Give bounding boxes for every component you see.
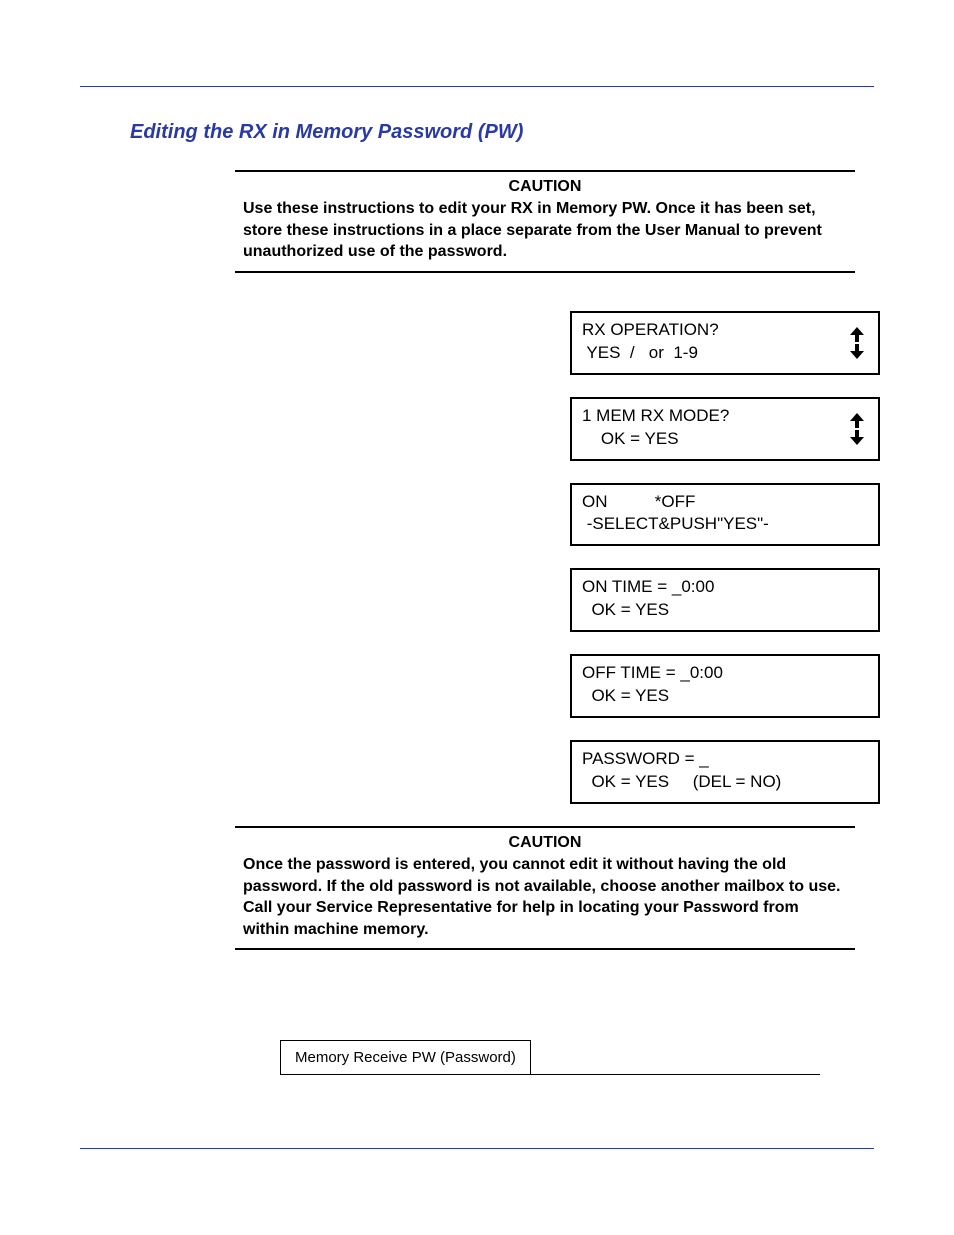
display-line: YES / or 1-9 xyxy=(582,342,868,365)
footer-cell: Memory Receive PW (Password) xyxy=(280,1040,531,1075)
top-rule xyxy=(80,86,874,87)
section-title: Editing the RX in Memory Password (PW) xyxy=(130,121,874,144)
display-line: OK = YES xyxy=(582,428,868,451)
display-box-2: ON *OFF -SELECT&PUSH"YES"- xyxy=(570,483,880,547)
display-line: RX OPERATION? xyxy=(582,319,868,342)
caution-text-1: Use these instructions to edit your RX i… xyxy=(235,198,855,263)
display-box-0: RX OPERATION? YES / or 1-9 xyxy=(570,311,880,375)
display-line: PASSWORD = _ xyxy=(582,748,868,771)
display-box-5: PASSWORD = _ OK = YES (DEL = NO) xyxy=(570,740,880,804)
display-list: RX OPERATION? YES / or 1-9 1 MEM RX MODE… xyxy=(570,311,880,804)
caution-block-2: CAUTION Once the password is entered, yo… xyxy=(235,826,855,950)
bottom-rule xyxy=(80,1148,874,1149)
display-line: OK = YES xyxy=(582,599,868,622)
up-down-arrow-icon xyxy=(850,327,864,359)
display-line: ON *OFF xyxy=(582,491,868,514)
footer-table: Memory Receive PW (Password) xyxy=(280,1040,874,1075)
display-line: OK = YES (DEL = NO) xyxy=(582,771,868,794)
display-line: ON TIME = _0:00 xyxy=(582,576,868,599)
caution-text-2: Once the password is entered, you cannot… xyxy=(235,854,855,940)
display-box-3: ON TIME = _0:00 OK = YES xyxy=(570,568,880,632)
display-box-4: OFF TIME = _0:00 OK = YES xyxy=(570,654,880,718)
display-line: 1 MEM RX MODE? xyxy=(582,405,868,428)
display-line: OK = YES xyxy=(582,685,868,708)
display-line: -SELECT&PUSH"YES"- xyxy=(582,513,868,536)
display-line: OFF TIME = _0:00 xyxy=(582,662,868,685)
caution-heading-1: CAUTION xyxy=(235,178,855,196)
up-down-arrow-icon xyxy=(850,413,864,445)
display-box-1: 1 MEM RX MODE? OK = YES xyxy=(570,397,880,461)
caution-block-1: CAUTION Use these instructions to edit y… xyxy=(235,170,855,273)
caution-heading-2: CAUTION xyxy=(235,834,855,852)
